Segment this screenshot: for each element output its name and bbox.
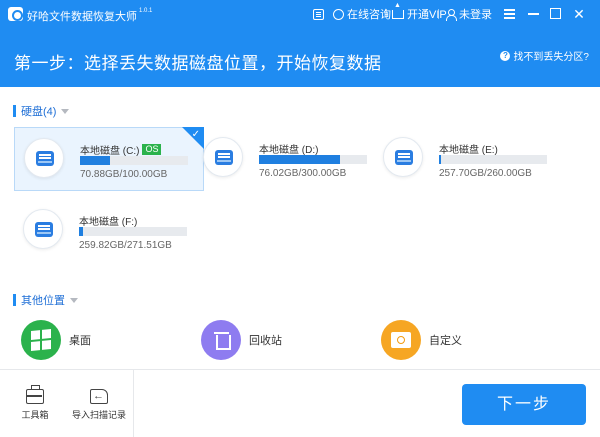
user-icon xyxy=(445,8,457,21)
minimize-button[interactable] xyxy=(523,4,545,24)
disk-name: 本地磁盘 (F:) xyxy=(79,213,137,228)
disk-name-label: 本地磁盘 (E:) xyxy=(439,145,498,156)
maximize-button[interactable] xyxy=(545,4,567,24)
disk-usage-text: 259.82GB/271.51GB xyxy=(79,240,172,251)
disk-name: 本地磁盘 (C:) OS xyxy=(80,142,162,157)
trash-icon xyxy=(201,320,241,360)
app-version: 1.0.1 xyxy=(139,8,153,14)
disk-name: 本地磁盘 (D:) xyxy=(259,141,318,156)
disk-usage-text: 257.70GB/260.00GB xyxy=(439,168,532,179)
chat-icon xyxy=(333,8,344,20)
location-recycle-bin[interactable]: 回收站 xyxy=(201,320,282,360)
section-marker xyxy=(13,105,16,117)
help-label: 找不到丢失分区? xyxy=(513,52,589,63)
disk-usage-fill xyxy=(439,155,442,164)
location-label: 自定义 xyxy=(429,335,462,347)
toolbox-button[interactable]: 工具箱 xyxy=(0,385,70,421)
title-bar: 好哈文件数据恢复大师1.0.1 在线咨询 开通VIP 未登录 ✕ xyxy=(0,0,600,28)
disks-section-title: 硬盘(4) xyxy=(21,106,57,118)
menu-button[interactable] xyxy=(499,4,521,24)
disk-usage-bar xyxy=(259,155,367,164)
disk-name-label: 本地磁盘 (C:) xyxy=(80,146,140,157)
chevron-down-icon xyxy=(70,297,78,303)
disk-name-label: 本地磁盘 (D:) xyxy=(259,145,319,156)
import-label: 导入扫描记录 xyxy=(71,410,126,420)
vip-label: 开通VIP xyxy=(407,9,447,21)
section-marker xyxy=(13,294,16,306)
chevron-down-icon xyxy=(61,108,70,114)
disk-usage-fill xyxy=(79,227,84,236)
disk-usage-fill xyxy=(259,155,340,164)
disk-usage-fill xyxy=(80,156,111,165)
login-label: 未登录 xyxy=(459,9,492,21)
location-custom[interactable]: 自定义 xyxy=(381,320,462,360)
help-icon: ? xyxy=(500,50,511,61)
hard-drive-icon xyxy=(395,150,413,165)
location-label: 桌面 xyxy=(69,335,91,347)
login-button[interactable]: 未登录 xyxy=(445,7,492,21)
disk-usage-bar xyxy=(439,155,547,164)
disk-card-e[interactable]: 本地磁盘 (E:) 257.70GB/260.00GB xyxy=(374,127,564,191)
disk-card-d[interactable]: 本地磁盘 (D:) 76.02GB/300.00GB xyxy=(194,127,384,191)
consult-label: 在线咨询 xyxy=(347,9,391,21)
disk-icon-circle xyxy=(24,138,64,178)
close-button[interactable]: ✕ xyxy=(568,4,590,24)
toolbox-icon xyxy=(26,385,44,404)
hard-drive-icon xyxy=(215,150,233,165)
app-name: 好哈文件数据恢复大师 xyxy=(27,11,137,23)
next-step-button[interactable]: 下一步 xyxy=(462,384,586,425)
import-scan-record-button[interactable]: 导入扫描记录 xyxy=(64,389,134,421)
titlebar-separator xyxy=(438,9,439,19)
step-title: 第一步：选择丢失数据磁盘位置，开始恢复数据 xyxy=(14,54,382,73)
crown-icon xyxy=(392,2,404,19)
location-label: 回收站 xyxy=(249,335,282,347)
other-locations-title: 其他位置 xyxy=(21,295,65,307)
disk-icon-circle xyxy=(23,209,63,249)
menu-icon xyxy=(504,9,515,11)
close-icon: ✕ xyxy=(573,6,585,22)
disk-name-label: 本地磁盘 (F:) xyxy=(79,217,138,228)
titlebar-separator xyxy=(386,9,387,19)
folder-search-icon xyxy=(381,320,421,360)
maximize-icon xyxy=(550,8,561,19)
missing-partition-help-link[interactable]: ? 找不到丢失分区? xyxy=(500,48,589,63)
online-consult-button[interactable]: 在线咨询 xyxy=(313,7,391,21)
location-desktop[interactable]: 桌面 xyxy=(21,320,91,360)
minimize-icon xyxy=(528,13,539,15)
disks-section-header[interactable]: 硬盘(4) xyxy=(13,104,70,118)
disk-usage-bar xyxy=(79,227,187,236)
disk-card-f[interactable]: 本地磁盘 (F:) 259.82GB/271.51GB xyxy=(14,199,204,263)
import-icon xyxy=(90,389,108,404)
grid-icon xyxy=(313,8,324,20)
disk-usage-text: 76.02GB/300.00GB xyxy=(259,168,347,179)
header-band: 好哈文件数据恢复大师1.0.1 在线咨询 开通VIP 未登录 ✕ 第一步：选择丢… xyxy=(0,0,600,87)
other-locations-header[interactable]: 其他位置 xyxy=(13,293,78,307)
windows-icon xyxy=(21,320,61,360)
footer-divider xyxy=(0,369,600,370)
disk-usage-bar xyxy=(80,156,188,165)
toolbox-label: 工具箱 xyxy=(21,410,49,420)
app-logo-icon xyxy=(8,7,23,21)
disk-card-c[interactable]: 本地磁盘 (C:) OS 70.88GB/100.00GB ✓ xyxy=(14,127,204,191)
disk-icon-circle xyxy=(203,137,243,177)
disk-name: 本地磁盘 (E:) xyxy=(439,141,498,156)
hard-drive-icon xyxy=(35,222,53,237)
hard-drive-icon xyxy=(36,151,54,166)
disk-icon-circle xyxy=(383,137,423,177)
disk-usage-text: 70.88GB/100.00GB xyxy=(80,169,168,180)
os-badge: OS xyxy=(142,144,162,155)
app-title: 好哈文件数据恢复大师 1.0.1 xyxy=(27,8,152,24)
